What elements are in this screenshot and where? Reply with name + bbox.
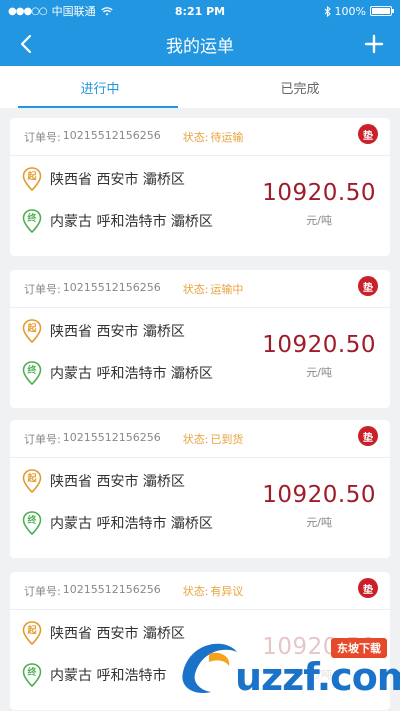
destination-pin-icon: 终	[22, 361, 42, 386]
order-number-label: 订单号:	[24, 432, 61, 446]
origin-pin-icon: 起	[22, 469, 42, 494]
status-value: 待运输	[210, 130, 244, 144]
destination-address: 内蒙古 呼和浩特市 灞桥区	[50, 366, 213, 382]
route: 起 陕西省 西安市 灞桥区 终 内蒙古 呼和浩特市	[22, 621, 185, 706]
route: 起 陕西省 西安市 灞桥区 终 内蒙古 呼和浩特市 灞桥区	[22, 319, 213, 404]
order-number: 订单号: 10215512156256	[24, 431, 161, 447]
advance-badge: 垫	[358, 276, 378, 296]
nav-bar: 我的运单	[0, 22, 400, 66]
origin-marker-text: 起	[27, 474, 37, 484]
destination: 终 内蒙古 呼和浩特市 灞桥区	[22, 511, 213, 536]
order-number-label: 订单号:	[24, 282, 61, 296]
order-number-value: 10215512156256	[62, 280, 161, 294]
watermark-logo: 东坡下载 uzzf.com	[175, 630, 400, 705]
advance-badge: 垫	[358, 578, 378, 598]
watermark-text: uzzf.com	[235, 655, 400, 699]
page-title: 我的运单	[166, 36, 234, 57]
destination-marker-text: 终	[27, 516, 37, 526]
order-number-label: 订单号:	[24, 584, 61, 598]
destination: 终 内蒙古 呼和浩特市	[22, 663, 185, 688]
origin-address: 陕西省 西安市 灞桥区	[50, 324, 185, 340]
order-card[interactable]: 订单号: 10215512156256 状态: 已到货 垫 起 陕西省 西安市 …	[10, 420, 390, 558]
plus-icon	[364, 34, 384, 54]
price-unit: 元/吨	[306, 366, 332, 379]
order-status: 状态: 已到货	[183, 431, 244, 447]
status-label: 状态:	[182, 432, 209, 446]
origin-address: 陕西省 西安市 灞桥区	[50, 474, 185, 490]
origin: 起 陕西省 西安市 灞桥区	[22, 621, 185, 646]
status-bar: ●●●○○ 中国联通 8:21 PM 100%	[0, 0, 400, 22]
destination-marker-text: 终	[27, 366, 37, 376]
origin-marker-text: 起	[27, 626, 37, 636]
destination-pin-icon: 终	[22, 209, 42, 234]
order-number: 订单号: 10215512156256	[24, 129, 161, 145]
destination-address: 内蒙古 呼和浩特市 灞桥区	[50, 214, 213, 230]
route: 起 陕西省 西安市 灞桥区 终 内蒙古 呼和浩特市 灞桥区	[22, 167, 213, 252]
price-unit: 元/吨	[306, 516, 332, 529]
order-status: 状态: 待运输	[183, 129, 244, 145]
origin: 起 陕西省 西安市 灞桥区	[22, 469, 213, 494]
status-value: 运输中	[210, 282, 244, 296]
order-status: 状态: 有异议	[183, 583, 244, 599]
order-status: 状态: 运输中	[183, 281, 244, 297]
order-card[interactable]: 订单号: 10215512156256 状态: 运输中 垫 起 陕西省 西安市 …	[10, 270, 390, 408]
price-value: 10920.50	[262, 482, 376, 508]
status-label: 状态:	[182, 282, 209, 296]
tab-completed[interactable]: 已完成	[200, 66, 400, 108]
destination-marker-text: 终	[27, 668, 37, 678]
battery-fill	[372, 8, 390, 14]
order-number-value: 10215512156256	[62, 430, 161, 444]
origin-marker-text: 起	[27, 324, 37, 334]
destination-address: 内蒙古 呼和浩特市	[50, 668, 167, 684]
destination-marker-text: 终	[27, 214, 37, 224]
order-header: 订单号: 10215512156256 状态: 待运输 垫	[10, 118, 390, 156]
destination: 终 内蒙古 呼和浩特市 灞桥区	[22, 361, 213, 386]
order-header: 订单号: 10215512156256 状态: 有异议 垫	[10, 572, 390, 610]
tab-in-progress[interactable]: 进行中	[0, 66, 200, 108]
destination-pin-icon: 终	[22, 663, 42, 688]
order-number-value: 10215512156256	[62, 582, 161, 596]
destination: 终 内蒙古 呼和浩特市 灞桥区	[22, 209, 213, 234]
origin-marker-text: 起	[27, 172, 37, 182]
origin-pin-icon: 起	[22, 621, 42, 646]
status-label: 状态:	[182, 130, 209, 144]
back-button[interactable]	[12, 30, 40, 58]
order-number: 订单号: 10215512156256	[24, 281, 161, 297]
route: 起 陕西省 西安市 灞桥区 终 内蒙古 呼和浩特市 灞桥区	[22, 469, 213, 554]
order-header: 订单号: 10215512156256 状态: 运输中 垫	[10, 270, 390, 308]
price-box: 10920.50 元/吨	[262, 332, 376, 380]
status-value: 有异议	[210, 584, 244, 598]
origin-pin-icon: 起	[22, 319, 42, 344]
status-value: 已到货	[210, 432, 244, 446]
origin-pin-icon: 起	[22, 167, 42, 192]
price-box: 10920.50 元/吨	[262, 482, 376, 530]
price-value: 10920.50	[262, 180, 376, 206]
advance-badge: 垫	[358, 426, 378, 446]
origin-address: 陕西省 西安市 灞桥区	[50, 626, 185, 642]
bluetooth-icon	[324, 5, 331, 17]
price-value: 10920.50	[262, 332, 376, 358]
destination-address: 内蒙古 呼和浩特市 灞桥区	[50, 516, 213, 532]
order-header: 订单号: 10215512156256 状态: 已到货 垫	[10, 420, 390, 458]
order-number-value: 10215512156256	[62, 128, 161, 142]
tab-bar: 进行中 已完成	[0, 66, 400, 108]
order-card[interactable]: 订单号: 10215512156256 状态: 待运输 垫 起 陕西省 西安市 …	[10, 118, 390, 256]
destination-pin-icon: 终	[22, 511, 42, 536]
price-box: 10920.50 元/吨	[262, 180, 376, 228]
order-number: 订单号: 10215512156256	[24, 583, 161, 599]
add-button[interactable]	[360, 30, 388, 58]
order-number-label: 订单号:	[24, 130, 61, 144]
chevron-left-icon	[20, 34, 32, 54]
origin: 起 陕西省 西安市 灞桥区	[22, 167, 213, 192]
battery-percent: 100%	[334, 4, 366, 18]
price-unit: 元/吨	[306, 214, 332, 227]
advance-badge: 垫	[358, 124, 378, 144]
origin-address: 陕西省 西安市 灞桥区	[50, 172, 185, 188]
origin: 起 陕西省 西安市 灞桥区	[22, 319, 213, 344]
status-right: 100%	[324, 4, 394, 18]
battery-icon	[370, 6, 394, 16]
status-label: 状态:	[182, 584, 209, 598]
